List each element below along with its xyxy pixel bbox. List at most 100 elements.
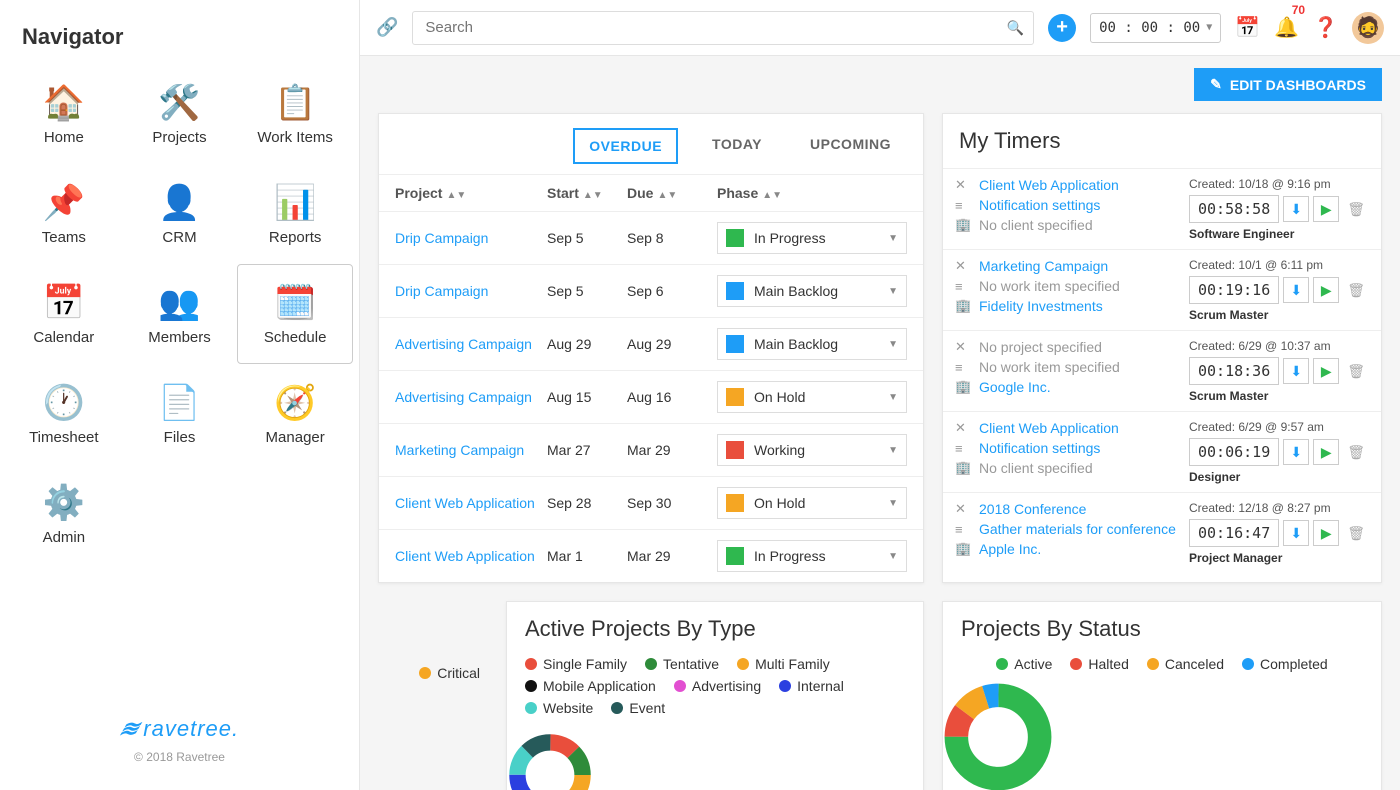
- search-icon[interactable]: 🔍: [1007, 19, 1024, 36]
- global-timer[interactable]: 00 : 00 : 00▼: [1090, 13, 1221, 43]
- edit-dashboards-button[interactable]: ✎ EDIT DASHBOARDS: [1194, 68, 1382, 101]
- add-button[interactable]: +: [1048, 14, 1076, 42]
- due-date: Aug 16: [627, 389, 717, 405]
- legend-item: Single Family: [525, 656, 627, 672]
- delete-button[interactable]: 🗑: [1347, 444, 1365, 461]
- timer-client: No client specified: [979, 460, 1093, 476]
- delete-button[interactable]: 🗑: [1347, 201, 1365, 218]
- col-project[interactable]: Project: [395, 185, 442, 201]
- tools-icon: ✕: [955, 339, 971, 355]
- timer-item: ✕2018 Conference≡Gather materials for co…: [943, 492, 1381, 573]
- delete-button[interactable]: 🗑: [1347, 363, 1365, 380]
- start-date: Sep 28: [547, 495, 627, 511]
- phase-select[interactable]: On Hold▼: [717, 487, 907, 519]
- tab-today[interactable]: TODAY: [698, 128, 776, 164]
- nav-icon: 🛠️: [158, 83, 200, 123]
- timer-value: 00:16:47: [1189, 519, 1279, 547]
- building-icon: 🏢: [955, 379, 971, 395]
- timer-client[interactable]: Google Inc.: [979, 379, 1051, 395]
- avatar[interactable]: 🧔: [1352, 12, 1384, 44]
- download-button[interactable]: ⬇: [1283, 439, 1309, 465]
- timer-workitem[interactable]: Notification settings: [979, 197, 1100, 213]
- nav-item-timesheet[interactable]: 🕐Timesheet: [6, 364, 122, 464]
- timer-workitem[interactable]: Gather materials for conference: [979, 521, 1176, 537]
- sort-icon[interactable]: ▲▼: [583, 190, 603, 201]
- tools-icon: ✕: [955, 258, 971, 274]
- nav-item-files[interactable]: 📄Files: [122, 364, 238, 464]
- nav-item-reports[interactable]: 📊Reports: [237, 164, 353, 264]
- phase-select[interactable]: On Hold▼: [717, 381, 907, 413]
- start-date: Aug 29: [547, 336, 627, 352]
- building-icon: 🏢: [955, 541, 971, 557]
- play-button[interactable]: ▶: [1313, 358, 1339, 384]
- chevron-down-icon: ▼: [888, 551, 898, 562]
- col-start[interactable]: Start: [547, 185, 579, 201]
- timer-client[interactable]: Fidelity Investments: [979, 298, 1103, 314]
- timer-project[interactable]: Marketing Campaign: [979, 258, 1108, 274]
- nav-item-teams[interactable]: 📌Teams: [6, 164, 122, 264]
- timer-project[interactable]: Client Web Application: [979, 420, 1119, 436]
- col-due[interactable]: Due: [627, 185, 653, 201]
- project-link[interactable]: Client Web Application: [395, 495, 535, 511]
- timer-created: Created: 12/18 @ 8:27 pm: [1189, 501, 1331, 515]
- start-date: Aug 15: [547, 389, 627, 405]
- nav-label: Admin: [43, 529, 86, 546]
- nav-item-schedule[interactable]: 🗓️Schedule: [237, 264, 353, 364]
- phase-select[interactable]: Main Backlog▼: [717, 328, 907, 360]
- project-link[interactable]: Advertising Campaign: [395, 389, 532, 405]
- search-input[interactable]: [412, 11, 1034, 45]
- phase-select[interactable]: Working▼: [717, 434, 907, 466]
- sort-icon[interactable]: ▲▼: [657, 190, 677, 201]
- chevron-down-icon: ▼: [888, 445, 898, 456]
- project-link[interactable]: Client Web Application: [395, 548, 535, 564]
- delete-button[interactable]: 🗑: [1347, 525, 1365, 542]
- project-link[interactable]: Drip Campaign: [395, 230, 488, 246]
- nav-item-calendar[interactable]: 📅Calendar: [6, 264, 122, 364]
- project-link[interactable]: Advertising Campaign: [395, 336, 532, 352]
- project-link[interactable]: Marketing Campaign: [395, 442, 524, 458]
- delete-button[interactable]: 🗑: [1347, 282, 1365, 299]
- sort-icon[interactable]: ▲▼: [762, 190, 782, 201]
- legend-item: Multi Family: [737, 656, 830, 672]
- nav-label: Schedule: [264, 329, 327, 346]
- timer-workitem[interactable]: Notification settings: [979, 440, 1100, 456]
- download-button[interactable]: ⬇: [1283, 358, 1309, 384]
- download-button[interactable]: ⬇: [1283, 196, 1309, 222]
- col-phase[interactable]: Phase: [717, 185, 758, 201]
- timer-workitem: No work item specified: [979, 359, 1120, 375]
- tab-upcoming[interactable]: UPCOMING: [796, 128, 905, 164]
- nav-item-manager[interactable]: 🧭Manager: [237, 364, 353, 464]
- link-icon[interactable]: 🔗: [376, 17, 398, 38]
- phase-select[interactable]: In Progress▼: [717, 222, 907, 254]
- phase-select[interactable]: In Progress▼: [717, 540, 907, 572]
- phase-select[interactable]: Main Backlog▼: [717, 275, 907, 307]
- notifications-icon[interactable]: 🔔70: [1274, 15, 1299, 40]
- help-icon[interactable]: ❓: [1313, 15, 1338, 40]
- start-date: Sep 5: [547, 230, 627, 246]
- nav-item-admin[interactable]: ⚙️Admin: [6, 464, 122, 564]
- nav-item-work-items[interactable]: 📋Work Items: [237, 64, 353, 164]
- play-button[interactable]: ▶: [1313, 520, 1339, 546]
- sort-icon[interactable]: ▲▼: [446, 190, 466, 201]
- play-button[interactable]: ▶: [1313, 196, 1339, 222]
- nav-item-crm[interactable]: 👤CRM: [122, 164, 238, 264]
- download-button[interactable]: ⬇: [1283, 520, 1309, 546]
- nav-item-home[interactable]: 🏠Home: [6, 64, 122, 164]
- play-button[interactable]: ▶: [1313, 439, 1339, 465]
- due-date: Sep 8: [627, 230, 717, 246]
- download-button[interactable]: ⬇: [1283, 277, 1309, 303]
- list-icon: ≡: [955, 522, 971, 537]
- timer-project[interactable]: Client Web Application: [979, 177, 1119, 193]
- tab-overdue[interactable]: OVERDUE: [573, 128, 678, 164]
- calendar-icon[interactable]: 📅: [1235, 15, 1260, 40]
- timer-project[interactable]: 2018 Conference: [979, 501, 1086, 517]
- timer-client[interactable]: Apple Inc.: [979, 541, 1041, 557]
- nav-item-projects[interactable]: 🛠️Projects: [122, 64, 238, 164]
- timer-value: 00:19:16: [1189, 276, 1279, 304]
- nav-label: Teams: [42, 229, 86, 246]
- nav-item-members[interactable]: 👥Members: [122, 264, 238, 364]
- timer-role: Project Manager: [1189, 551, 1282, 565]
- play-button[interactable]: ▶: [1313, 277, 1339, 303]
- project-link[interactable]: Drip Campaign: [395, 283, 488, 299]
- nav-label: Calendar: [33, 329, 94, 346]
